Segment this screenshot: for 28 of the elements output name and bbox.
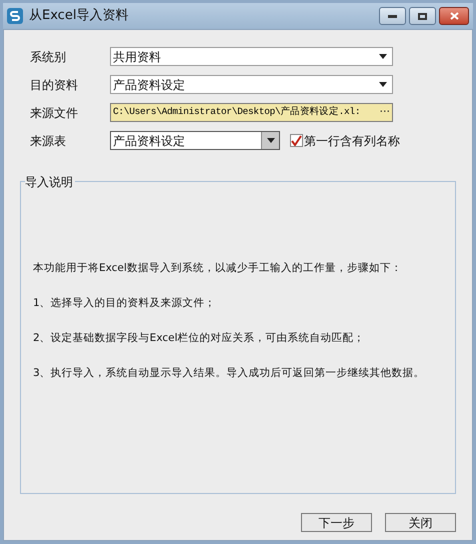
file-path-field[interactable]: C:\Users\Administrator\Desktop\产品资料设定.xl: ··· xyxy=(110,103,393,122)
instruction-text: 3、执行导入，系统自动显示导入结果。导入成功后可返回第一步继续其他数据。 xyxy=(33,366,426,381)
app-logo-icon xyxy=(7,8,23,24)
instruction-text: 1、选择导入的目的资料及来源文件； xyxy=(33,296,217,311)
window-title: 从Excel导入资料 xyxy=(29,7,128,26)
checkbox-label: 第一行含有列名称 xyxy=(304,132,400,150)
field-label: 系统别 xyxy=(30,48,67,66)
check-icon xyxy=(291,135,302,146)
instruction-text: 本功能用于将Excel数据导入到系统，以减少手工输入的工作量，步骤如下： xyxy=(33,261,403,276)
instruction-text: 2、设定基础数据字段与Excel栏位的对应关系，可由系统自动匹配； xyxy=(33,331,366,346)
dialog-button[interactable]: 关闭 xyxy=(385,513,456,532)
checkbox[interactable] xyxy=(290,134,303,147)
group-title: 导入说明 xyxy=(25,173,75,191)
dropdown-field[interactable]: 产品资料设定 xyxy=(110,131,280,150)
caret-icon xyxy=(266,138,274,143)
field-label: 来源表 xyxy=(30,132,67,150)
close-icon xyxy=(450,12,458,20)
maximize-button[interactable] xyxy=(409,7,436,25)
field-label: 目的资料 xyxy=(30,76,79,94)
caret-icon xyxy=(379,54,387,59)
dropdown-field[interactable]: 共用资料 xyxy=(110,47,393,66)
dialog-button[interactable]: 下一步 xyxy=(301,513,372,532)
field-label: 来源文件 xyxy=(30,104,79,122)
browse-button[interactable]: ··· xyxy=(378,104,390,121)
close-button[interactable] xyxy=(439,7,469,25)
dropdown-field[interactable]: 产品资料设定 xyxy=(110,75,393,94)
caret-icon xyxy=(379,82,387,87)
minimize-button[interactable] xyxy=(379,7,406,25)
